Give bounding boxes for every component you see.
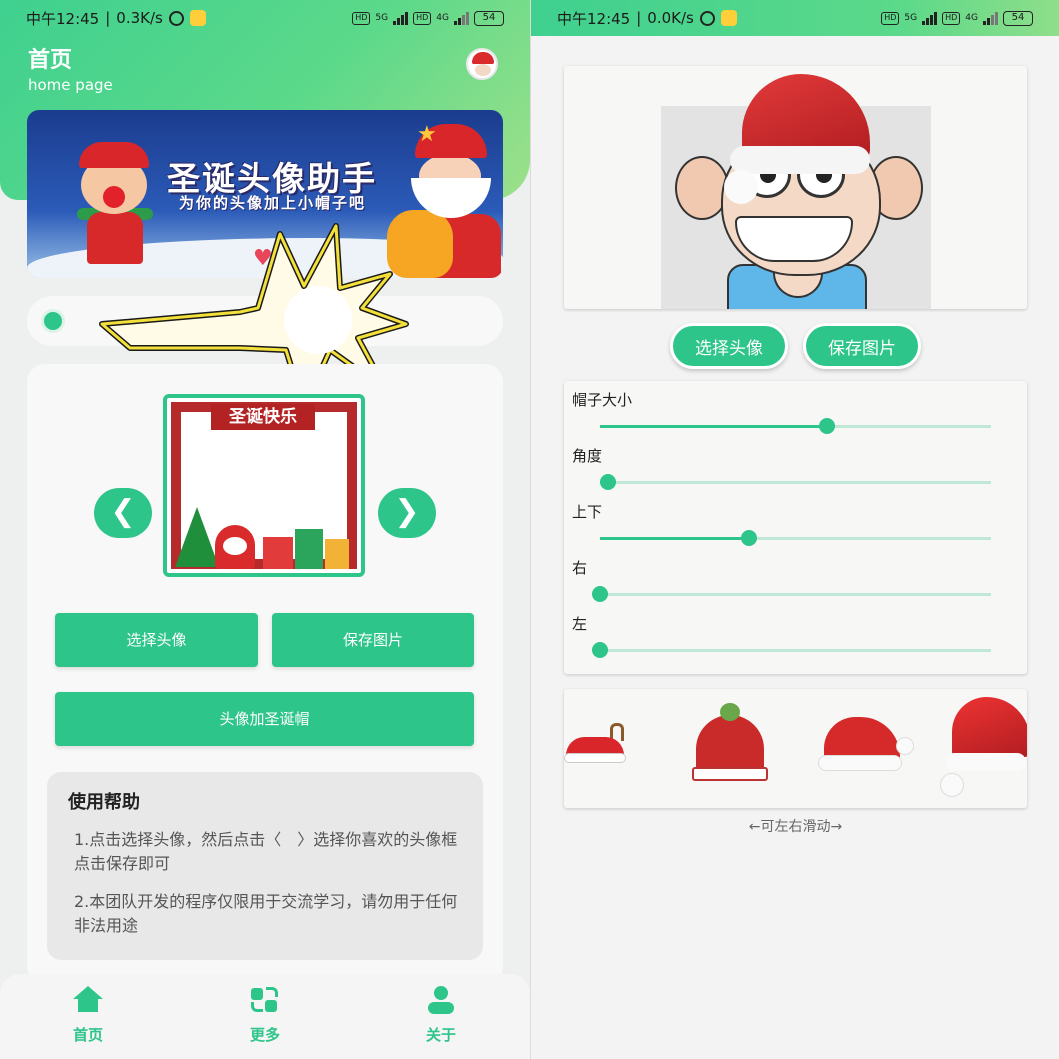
hd-icon-2: HD <box>413 11 432 25</box>
battery-icon: 54 <box>1003 10 1033 26</box>
gift-icon <box>295 529 323 569</box>
user-icon <box>425 986 457 1016</box>
help-step-2: 2.本团队开发的程序仅限用于交流学习，请勿用于任何非法用途 <box>74 892 458 935</box>
slider-thumb[interactable] <box>592 586 608 602</box>
reindeer-hat-icon[interactable] <box>564 697 630 797</box>
christmas-tree-icon <box>175 507 219 567</box>
help-step-1: 1.点击选择头像，然后点击〈 〉选择你喜欢的头像框点击保存即可 <box>74 830 458 873</box>
tab-about[interactable]: 关于 <box>401 986 481 1045</box>
hd-icon-2: HD <box>942 11 961 25</box>
gift-icon <box>263 537 293 569</box>
battery-icon: 54 <box>474 10 504 26</box>
star-icon: ★ <box>417 122 437 147</box>
status-time: 中午12:45 <box>26 9 100 28</box>
tab-about-label: 关于 <box>425 1026 456 1044</box>
status-net-speed: 0.3K/s <box>116 9 163 27</box>
network-5g-label: 5G <box>375 13 389 23</box>
santa-hat-large-icon[interactable] <box>940 697 1027 797</box>
frame-ribbon-text: 圣诞快乐 <box>211 404 315 430</box>
app-notification-icon <box>720 10 737 26</box>
hd-icon: HD <box>352 11 371 25</box>
hat-size-slider[interactable] <box>600 418 991 434</box>
hat-size-label: 帽子大小 <box>572 391 633 409</box>
screenshot-root: 中午12:45 | 0.3K/s HD 5G HD 4G 54 首页 home … <box>0 0 1059 1059</box>
choose-avatar-button[interactable]: 选择头像 <box>670 323 788 369</box>
alarm-icon <box>168 10 184 26</box>
slider-thumb[interactable] <box>592 642 608 658</box>
slider-thumb[interactable] <box>740 530 757 546</box>
bottom-tab-bar: 首页 更多 关于 <box>0 974 530 1059</box>
left-offset-label: 左 <box>572 615 588 633</box>
app-notification-icon <box>189 10 206 26</box>
signal-icon <box>393 11 409 25</box>
status-time: 中午12:45 <box>557 9 631 28</box>
avatar-preview-card <box>564 66 1027 309</box>
page-title: 首页 <box>28 48 73 73</box>
christmas-banner[interactable]: 圣诞头像助手 为你的头像加上小帽子吧 ★ ♥ <box>27 110 503 278</box>
vertical-slider[interactable] <box>600 530 991 546</box>
notice-dot-icon <box>41 309 65 333</box>
santa-hat-overlay[interactable] <box>724 74 874 204</box>
tab-home[interactable]: 首页 <box>48 986 128 1045</box>
banner-subtitle: 为你的头像加上小帽子吧 <box>179 194 367 212</box>
next-frame-button[interactable]: ❯ <box>378 488 436 538</box>
page-subtitle: home page <box>28 76 113 94</box>
right-screen: 中午12:45 | 0.0K/s HD 5G HD 4G 54 选择头像 保存图… <box>530 0 1059 1059</box>
home-icon <box>72 986 104 1016</box>
left-screen: 中午12:45 | 0.3K/s HD 5G HD 4G 54 首页 home … <box>0 0 530 1059</box>
hat-picker-strip[interactable] <box>564 689 1027 808</box>
help-title: 使用帮助 <box>68 792 140 813</box>
avatar[interactable] <box>466 48 498 80</box>
chevron-right-icon: ❯ <box>394 494 420 529</box>
heart-icon: ♥ <box>253 246 273 271</box>
help-panel: 使用帮助 1.点击选择头像，然后点击〈 〉选择你喜欢的头像框点击保存即可 2.本… <box>47 772 483 960</box>
alarm-icon <box>699 10 715 26</box>
santa-illustration <box>387 118 503 278</box>
signal-icon-2 <box>454 11 469 25</box>
network-4g-label: 4G <box>965 13 978 23</box>
choose-avatar-button[interactable]: 选择头像 <box>55 613 258 667</box>
angle-slider[interactable] <box>599 474 991 490</box>
frame-preview[interactable]: 圣诞快乐 <box>163 394 365 577</box>
frame-selector-card: ❮ 圣诞快乐 ❯ 选择头像 保存图片 头像加圣诞帽 使用帮助 1.点击选择头像，… <box>27 364 503 984</box>
gift-icon <box>325 539 349 569</box>
add-christmas-hat-button[interactable]: 头像加圣诞帽 <box>55 692 474 746</box>
hat-adjust-panel: 帽子大小 角度 上下 右 左 <box>564 381 1027 674</box>
hd-icon: HD <box>881 11 900 25</box>
status-net-speed: 0.0K/s <box>647 9 694 27</box>
status-bar-right: 中午12:45 | 0.0K/s HD 5G HD 4G 54 <box>531 0 1059 36</box>
tab-home-label: 首页 <box>72 1026 103 1044</box>
signal-icon-2 <box>983 11 998 25</box>
tab-more-label: 更多 <box>249 1026 280 1044</box>
slider-thumb[interactable] <box>818 418 835 434</box>
prev-frame-button[interactable]: ❮ <box>94 488 152 538</box>
right-offset-slider[interactable] <box>592 586 991 602</box>
page-title-block: 首页 home page <box>28 42 113 94</box>
swap-icon <box>249 986 281 1016</box>
save-image-button[interactable]: 保存图片 <box>272 613 474 667</box>
angle-label: 角度 <box>572 447 603 465</box>
right-offset-label: 右 <box>572 559 588 577</box>
signal-icon <box>922 11 938 25</box>
tab-more[interactable]: 更多 <box>225 986 305 1045</box>
vertical-label: 上下 <box>572 503 603 521</box>
network-4g-label: 4G <box>436 13 449 23</box>
santa-icon <box>215 525 255 569</box>
notice-bar[interactable] <box>27 296 503 346</box>
network-5g-label: 5G <box>904 13 918 23</box>
reindeer-illustration <box>71 138 161 278</box>
scroll-hint: ←可左右滑动→ <box>748 819 843 835</box>
save-image-button[interactable]: 保存图片 <box>803 323 921 369</box>
chevron-left-icon: ❮ <box>110 494 136 529</box>
left-offset-slider[interactable] <box>592 642 991 658</box>
slider-thumb[interactable] <box>599 474 616 490</box>
santa-hat-icon[interactable] <box>816 697 916 797</box>
knit-hat-icon[interactable] <box>690 697 770 797</box>
status-bar: 中午12:45 | 0.3K/s HD 5G HD 4G 54 <box>0 0 530 36</box>
